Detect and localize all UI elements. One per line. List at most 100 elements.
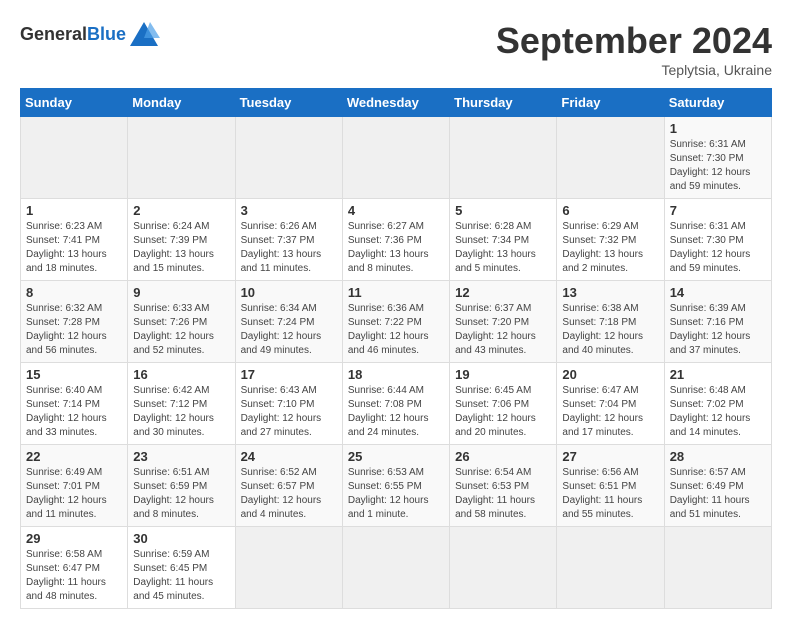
calendar-cell: 28 Sunrise: 6:57 AMSunset: 6:49 PMDaylig… [664, 445, 771, 527]
day-info: Sunrise: 6:36 AMSunset: 7:22 PMDaylight:… [348, 303, 429, 356]
day-number: 19 [455, 367, 551, 382]
calendar-cell: 24 Sunrise: 6:52 AMSunset: 6:57 PMDaylig… [235, 445, 342, 527]
calendar-cell: 14 Sunrise: 6:39 AMSunset: 7:16 PMDaylig… [664, 281, 771, 363]
day-info: Sunrise: 6:32 AMSunset: 7:28 PMDaylight:… [26, 303, 107, 356]
column-header-saturday: Saturday [664, 89, 771, 117]
calendar-cell [450, 527, 557, 609]
calendar-cell: 5 Sunrise: 6:28 AMSunset: 7:34 PMDayligh… [450, 199, 557, 281]
logo-icon [128, 20, 160, 48]
day-info: Sunrise: 6:57 AMSunset: 6:49 PMDaylight:… [670, 467, 750, 520]
calendar-week-row: 22 Sunrise: 6:49 AMSunset: 7:01 PMDaylig… [21, 445, 772, 527]
day-info: Sunrise: 6:58 AMSunset: 6:47 PMDaylight:… [26, 549, 106, 602]
day-number: 13 [562, 285, 658, 300]
day-number: 21 [670, 367, 766, 382]
day-number: 16 [133, 367, 229, 382]
calendar-cell [557, 527, 664, 609]
day-number: 6 [562, 203, 658, 218]
calendar-cell: 22 Sunrise: 6:49 AMSunset: 7:01 PMDaylig… [21, 445, 128, 527]
day-number: 30 [133, 531, 229, 546]
day-info: Sunrise: 6:51 AMSunset: 6:59 PMDaylight:… [133, 467, 214, 520]
calendar-cell: 18 Sunrise: 6:44 AMSunset: 7:08 PMDaylig… [342, 363, 449, 445]
day-info: Sunrise: 6:43 AMSunset: 7:10 PMDaylight:… [241, 385, 322, 438]
day-number: 22 [26, 449, 122, 464]
column-header-monday: Monday [128, 89, 235, 117]
calendar-cell: 20 Sunrise: 6:47 AMSunset: 7:04 PMDaylig… [557, 363, 664, 445]
day-info: Sunrise: 6:49 AMSunset: 7:01 PMDaylight:… [26, 467, 107, 520]
calendar-cell [235, 117, 342, 199]
day-info: Sunrise: 6:59 AMSunset: 6:45 PMDaylight:… [133, 549, 213, 602]
day-info: Sunrise: 6:24 AMSunset: 7:39 PMDaylight:… [133, 221, 214, 274]
day-info: Sunrise: 6:47 AMSunset: 7:04 PMDaylight:… [562, 385, 643, 438]
calendar-cell: 10 Sunrise: 6:34 AMSunset: 7:24 PMDaylig… [235, 281, 342, 363]
logo: GeneralBlue [20, 20, 160, 48]
calendar-week-row: 15 Sunrise: 6:40 AMSunset: 7:14 PMDaylig… [21, 363, 772, 445]
day-info: Sunrise: 6:53 AMSunset: 6:55 PMDaylight:… [348, 467, 429, 520]
calendar-cell: 30 Sunrise: 6:59 AMSunset: 6:45 PMDaylig… [128, 527, 235, 609]
day-info: Sunrise: 6:31 AMSunset: 7:30 PMDaylight:… [670, 221, 751, 274]
calendar-cell: 29 Sunrise: 6:58 AMSunset: 6:47 PMDaylig… [21, 527, 128, 609]
day-info: Sunrise: 6:42 AMSunset: 7:12 PMDaylight:… [133, 385, 214, 438]
month-title: September 2024 [496, 20, 772, 62]
day-info: Sunrise: 6:23 AMSunset: 7:41 PMDaylight:… [26, 221, 107, 274]
calendar-cell: 17 Sunrise: 6:43 AMSunset: 7:10 PMDaylig… [235, 363, 342, 445]
day-number: 1 [670, 121, 766, 136]
calendar-cell [128, 117, 235, 199]
day-info: Sunrise: 6:38 AMSunset: 7:18 PMDaylight:… [562, 303, 643, 356]
day-info: Sunrise: 6:56 AMSunset: 6:51 PMDaylight:… [562, 467, 642, 520]
column-header-sunday: Sunday [21, 89, 128, 117]
calendar-cell: 1 Sunrise: 6:23 AMSunset: 7:41 PMDayligh… [21, 199, 128, 281]
day-info: Sunrise: 6:31 AMSunset: 7:30 PMDaylight:… [670, 139, 751, 192]
calendar-cell: 6 Sunrise: 6:29 AMSunset: 7:32 PMDayligh… [557, 199, 664, 281]
day-number: 23 [133, 449, 229, 464]
day-number: 10 [241, 285, 337, 300]
day-number: 12 [455, 285, 551, 300]
calendar-cell: 8 Sunrise: 6:32 AMSunset: 7:28 PMDayligh… [21, 281, 128, 363]
day-number: 29 [26, 531, 122, 546]
calendar-week-row: 1 Sunrise: 6:31 AMSunset: 7:30 PMDayligh… [21, 117, 772, 199]
calendar-cell: 1 Sunrise: 6:31 AMSunset: 7:30 PMDayligh… [664, 117, 771, 199]
logo-general: General [20, 24, 87, 44]
location-subtitle: Teplytsia, Ukraine [496, 62, 772, 78]
day-number: 24 [241, 449, 337, 464]
day-info: Sunrise: 6:34 AMSunset: 7:24 PMDaylight:… [241, 303, 322, 356]
calendar-cell [557, 117, 664, 199]
calendar-cell: 23 Sunrise: 6:51 AMSunset: 6:59 PMDaylig… [128, 445, 235, 527]
calendar-cell: 15 Sunrise: 6:40 AMSunset: 7:14 PMDaylig… [21, 363, 128, 445]
day-number: 27 [562, 449, 658, 464]
calendar-cell: 12 Sunrise: 6:37 AMSunset: 7:20 PMDaylig… [450, 281, 557, 363]
page-header: GeneralBlue September 2024 Teplytsia, Uk… [20, 20, 772, 78]
day-number: 8 [26, 285, 122, 300]
day-info: Sunrise: 6:45 AMSunset: 7:06 PMDaylight:… [455, 385, 536, 438]
day-info: Sunrise: 6:44 AMSunset: 7:08 PMDaylight:… [348, 385, 429, 438]
day-number: 2 [133, 203, 229, 218]
day-info: Sunrise: 6:37 AMSunset: 7:20 PMDaylight:… [455, 303, 536, 356]
day-number: 15 [26, 367, 122, 382]
column-header-thursday: Thursday [450, 89, 557, 117]
column-header-friday: Friday [557, 89, 664, 117]
calendar-table: SundayMondayTuesdayWednesdayThursdayFrid… [20, 88, 772, 609]
logo-blue: Blue [87, 24, 126, 44]
calendar-week-row: 29 Sunrise: 6:58 AMSunset: 6:47 PMDaylig… [21, 527, 772, 609]
calendar-cell: 9 Sunrise: 6:33 AMSunset: 7:26 PMDayligh… [128, 281, 235, 363]
calendar-cell [342, 117, 449, 199]
day-number: 20 [562, 367, 658, 382]
calendar-cell: 21 Sunrise: 6:48 AMSunset: 7:02 PMDaylig… [664, 363, 771, 445]
calendar-cell [450, 117, 557, 199]
day-number: 17 [241, 367, 337, 382]
calendar-week-row: 1 Sunrise: 6:23 AMSunset: 7:41 PMDayligh… [21, 199, 772, 281]
day-number: 11 [348, 285, 444, 300]
calendar-cell: 4 Sunrise: 6:27 AMSunset: 7:36 PMDayligh… [342, 199, 449, 281]
day-number: 5 [455, 203, 551, 218]
day-info: Sunrise: 6:48 AMSunset: 7:02 PMDaylight:… [670, 385, 751, 438]
day-info: Sunrise: 6:52 AMSunset: 6:57 PMDaylight:… [241, 467, 322, 520]
day-info: Sunrise: 6:40 AMSunset: 7:14 PMDaylight:… [26, 385, 107, 438]
day-info: Sunrise: 6:33 AMSunset: 7:26 PMDaylight:… [133, 303, 214, 356]
day-number: 18 [348, 367, 444, 382]
day-number: 28 [670, 449, 766, 464]
title-block: September 2024 Teplytsia, Ukraine [496, 20, 772, 78]
day-number: 1 [26, 203, 122, 218]
day-number: 26 [455, 449, 551, 464]
day-number: 7 [670, 203, 766, 218]
calendar-cell: 27 Sunrise: 6:56 AMSunset: 6:51 PMDaylig… [557, 445, 664, 527]
day-number: 9 [133, 285, 229, 300]
